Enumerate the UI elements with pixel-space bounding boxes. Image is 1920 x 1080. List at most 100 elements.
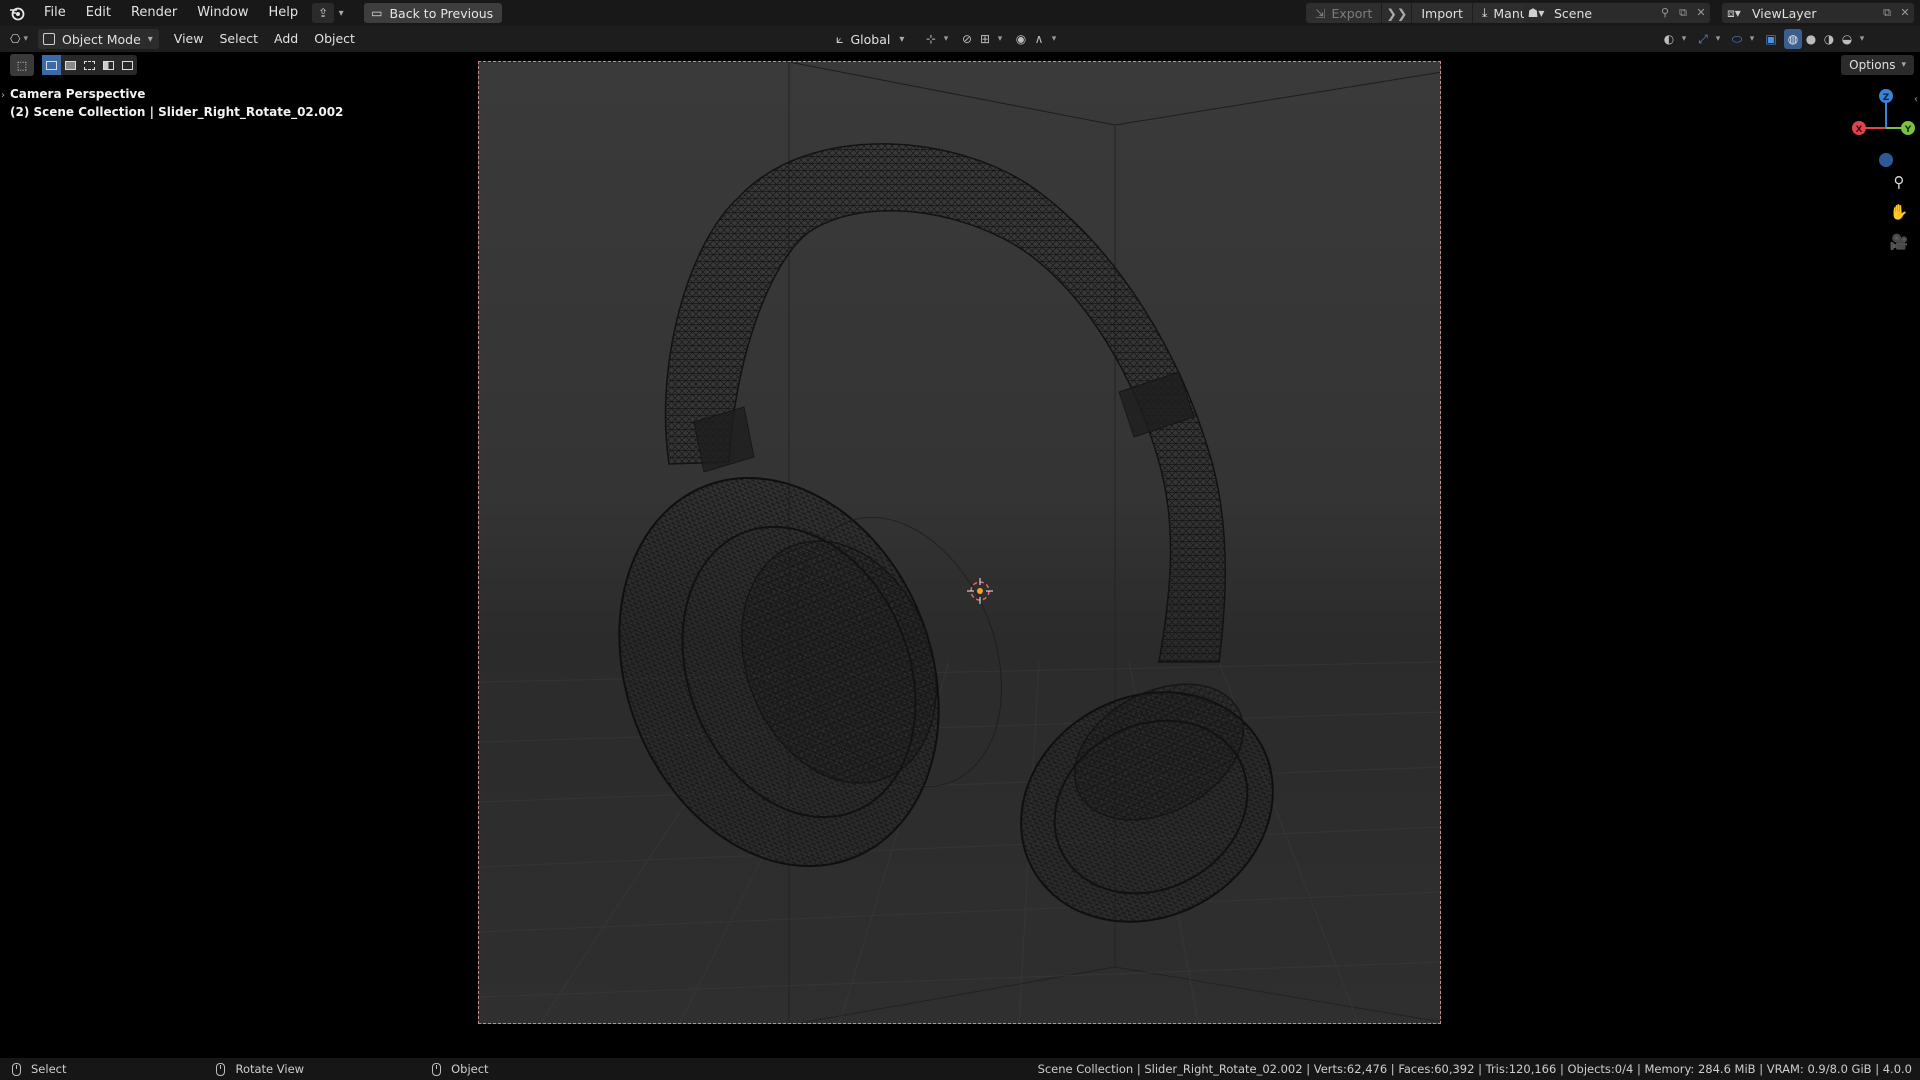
rendered-shading-icon[interactable]: ◒	[1838, 29, 1856, 49]
snap-increment-icon[interactable]: ⊞	[976, 29, 994, 49]
export-button[interactable]: ⇲ Export	[1306, 3, 1383, 23]
export-toggle[interactable]: ❯❯	[1382, 3, 1413, 23]
back-to-previous-button[interactable]: ▭ Back to Previous	[364, 3, 503, 23]
proportional-editing-icon[interactable]: ◉	[1012, 29, 1030, 49]
collection-label: (2) Scene Collection | Slider_Right_Rota…	[10, 105, 344, 119]
chevron-down-icon: ▾	[899, 33, 905, 45]
overlays-icon[interactable]: ⬭	[1728, 29, 1746, 49]
room-edge	[788, 62, 1116, 126]
orientation-icon: ⟀	[836, 31, 844, 46]
menu-file[interactable]: File	[34, 0, 76, 26]
screen-icon: ▭	[371, 6, 383, 20]
gizmo-toggle-icon[interactable]: ⤢	[1694, 29, 1712, 49]
menu-edit[interactable]: Edit	[76, 0, 121, 26]
pin-icon[interactable]: ⚲	[1656, 6, 1674, 20]
select-extend-icon[interactable]	[61, 55, 80, 75]
menu-add[interactable]: Add	[267, 29, 305, 49]
xray-toggle-icon[interactable]: ▣	[1762, 29, 1780, 49]
select-new-icon[interactable]	[42, 55, 61, 75]
chevron-down-icon[interactable]: ▾	[1048, 29, 1060, 49]
sidebar-expand-caret[interactable]: ›	[1, 90, 5, 101]
view-layer-selector[interactable]: ⧈▾ ViewLayer ⧉ ✕	[1722, 3, 1914, 23]
import-export-group: ⇲ Export ❯❯ Import ⤓ Manual	[1306, 3, 1549, 23]
view-layer-icon: ⧈▾	[1727, 5, 1741, 20]
chevron-down-icon[interactable]: ▾	[1712, 29, 1724, 49]
close-icon[interactable]: ✕	[1692, 6, 1710, 20]
gizmo-neg-z-axis	[1879, 153, 1893, 167]
viewport-header: ⎔ ▾ Object Mode ▾ View Select Add Object …	[0, 26, 1920, 52]
download-icon: ⤓	[1481, 5, 1488, 20]
transform-orientation-dropdown[interactable]: ⟀ Global ▾	[836, 29, 904, 49]
scene-render	[479, 62, 1440, 1023]
room-edge	[1114, 966, 1440, 1023]
mouse-left-icon	[12, 1062, 21, 1076]
scene-name: Scene	[1554, 5, 1593, 21]
camera-view-icon[interactable]: 🎥	[1888, 231, 1910, 253]
navigation-gizmo[interactable]: Z X Y	[1840, 88, 1920, 178]
back-to-previous-label: Back to Previous	[389, 5, 494, 21]
status-bar: Select Rotate View Object Scene Collecti…	[0, 1058, 1920, 1080]
select-subtract-icon[interactable]	[80, 55, 99, 75]
scene-statistics: Scene Collection | Slider_Right_Rotate_0…	[1037, 1062, 1912, 1076]
menu-select[interactable]: Select	[212, 29, 265, 49]
chevron-down-icon[interactable]: ▾	[1746, 29, 1758, 49]
options-dropdown[interactable]: Options ▾	[1841, 55, 1914, 75]
select-invert-icon[interactable]	[99, 55, 118, 75]
mouse-middle-icon	[216, 1062, 226, 1076]
selection-mode-group	[42, 55, 137, 75]
chevron-down-icon[interactable]: ▾	[1678, 29, 1690, 49]
hand-pan-icon[interactable]: ✋	[1888, 201, 1910, 223]
editor-type-dropdown[interactable]: ⎔ ▾	[10, 29, 28, 49]
chevron-down-icon[interactable]: ▾	[940, 29, 952, 49]
room-edge	[1114, 71, 1440, 126]
zoom-icon[interactable]: ⚲	[1888, 171, 1910, 193]
object-mode-icon	[43, 33, 56, 45]
select-tool-icon[interactable]: ⬚	[10, 54, 34, 76]
mouse-right-icon	[432, 1062, 442, 1076]
chevron-down-icon: ▾	[1901, 60, 1906, 70]
chevron-down-icon: ▾	[338, 7, 344, 19]
transform-orientation-label: Global	[850, 31, 891, 47]
upload-icon: ⇪	[312, 3, 335, 23]
blender-logo-icon[interactable]	[0, 0, 34, 26]
menu-window[interactable]: Window	[187, 0, 258, 26]
svg-text:Z: Z	[1883, 93, 1890, 103]
options-label: Options	[1849, 58, 1896, 72]
close-icon[interactable]: ✕	[1896, 6, 1914, 20]
status-rotate-view: Rotate View	[216, 1062, 304, 1076]
select-intersect-icon[interactable]	[118, 55, 137, 75]
chevron-down-icon[interactable]: ▾	[994, 29, 1006, 49]
scene-selector[interactable]: ☗▾ Scene ⚲ ⧉ ✕	[1524, 3, 1710, 23]
visibility-icon[interactable]: ◐	[1660, 29, 1678, 49]
perspective-label: Camera Perspective	[10, 87, 146, 101]
workspace-dropdown[interactable]: ⇪ ▾	[312, 3, 348, 23]
floor-grid	[479, 661, 1440, 1023]
menu-object[interactable]: Object	[307, 29, 362, 49]
import-button[interactable]: Import	[1412, 3, 1473, 23]
mode-label: Object Mode	[62, 31, 141, 47]
svg-text:Y: Y	[1904, 125, 1912, 135]
menu-render[interactable]: Render	[121, 0, 187, 26]
chevron-down-icon[interactable]: ▾	[1856, 29, 1868, 49]
menu-help[interactable]: Help	[259, 0, 309, 26]
tool-settings-strip: ⬚	[10, 54, 137, 76]
falloff-icon[interactable]: ∧	[1030, 29, 1048, 49]
view-layer-name: ViewLayer	[1752, 5, 1817, 21]
status-select: Select	[12, 1062, 66, 1076]
material-shading-icon[interactable]: ◑	[1820, 29, 1838, 49]
scene-icon: ☗▾	[1527, 6, 1545, 20]
viewport-icon: ⎔	[10, 32, 21, 46]
menu-view[interactable]: View	[167, 29, 211, 49]
camera-frame[interactable]	[478, 61, 1441, 1024]
wireframe-shading-icon[interactable]: ◍	[1784, 29, 1802, 49]
mode-dropdown[interactable]: Object Mode ▾	[38, 29, 159, 49]
top-bar: File Edit Render Window Help ⇪ ▾ ▭ Back …	[0, 0, 1920, 26]
sidebar-collapse-caret[interactable]: ‹	[1914, 94, 1918, 105]
new-view-layer-icon[interactable]: ⧉	[1878, 6, 1896, 20]
snap-icon[interactable]: ⊘	[958, 29, 976, 49]
new-scene-icon[interactable]: ⧉	[1674, 6, 1692, 20]
solid-shading-icon[interactable]: ●	[1802, 29, 1820, 49]
pivot-point-icon[interactable]: ⊹	[922, 29, 940, 49]
chevron-down-icon: ▾	[147, 33, 153, 45]
status-object: Object	[432, 1062, 489, 1076]
